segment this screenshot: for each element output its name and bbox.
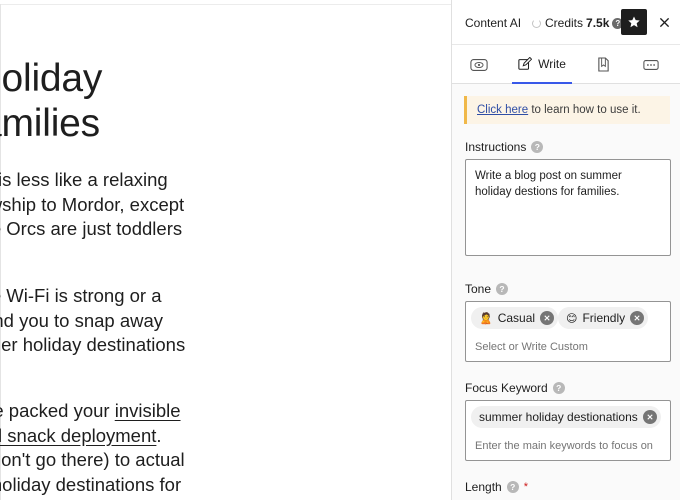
post-title-line: holiday [0, 57, 103, 100]
focus-keyword-input[interactable]: summer holiday destionations Enter the m… [465, 400, 671, 461]
help-link[interactable]: Click here [477, 104, 528, 116]
remove-chip-icon[interactable] [630, 311, 645, 325]
credits-display: Credits 7.5k ? [532, 16, 624, 30]
paragraph-line: kids is less like a relaxing [0, 169, 168, 190]
tone-input-placeholder[interactable]: Select or Write Custom [475, 341, 588, 353]
tab-write[interactable]: Write [512, 45, 572, 84]
paragraph-line: ou've packed your invisible [0, 399, 185, 424]
instructions-label: Instructions ? [465, 140, 544, 154]
tone-label-text: Tone [465, 282, 492, 296]
tab-document[interactable] [586, 45, 620, 84]
paragraph-line: n't find you to snap away [0, 309, 164, 331]
remove-chip-icon[interactable] [540, 311, 555, 325]
document-icon [597, 57, 609, 72]
help-notice-text: to learn how to use it. [528, 104, 641, 116]
paragraph-block[interactable]: kids is less like a relaxing ellowship t… [0, 168, 184, 242]
tone-chip-friendly: 😊 Friendly [558, 307, 649, 329]
close-sidebar-button[interactable] [655, 13, 673, 31]
paragraph-link[interactable]: invisible [115, 400, 181, 421]
paragraph-block[interactable]: ou've packed your invisible ctical snack… [0, 399, 185, 497]
favorite-button[interactable] [621, 9, 647, 35]
casual-emoji-icon: 🙎 [479, 311, 493, 325]
paragraph-line: d the Orcs are just toddlers [0, 218, 183, 240]
length-help-icon[interactable]: ? [506, 481, 519, 493]
paragraph-line: ng, don't go there) to actual [0, 449, 185, 471]
instructions-label-text: Instructions [465, 140, 527, 154]
focus-keyword-label: Focus Keyword ? [465, 381, 565, 395]
length-label-text: Length [465, 480, 502, 494]
credits-value: 7.5k [586, 16, 610, 30]
tab-preview[interactable] [462, 45, 496, 84]
content-ai-sidebar: Content AI Credits 7.5k ? Write Click he… [451, 0, 680, 500]
help-notice: Click here to learn how to use it. [464, 96, 670, 124]
paragraph-line: ctical snack deployment. [0, 424, 185, 449]
tone-chip-label: Friendly [582, 311, 626, 325]
sidebar-header: Content AI Credits 7.5k ? [452, 0, 680, 44]
paragraph-line: ummer holiday destinations [0, 334, 186, 356]
tone-chip-label: Casual [497, 311, 536, 325]
edit-icon [518, 56, 533, 70]
paragraph-text: . [156, 424, 162, 446]
tone-label: Tone ? [465, 282, 509, 296]
tone-help-icon[interactable]: ? [496, 283, 509, 295]
tone-chip-casual: 🙎 Casual [471, 307, 559, 329]
tone-selector[interactable]: 🙎 Casual 😊 Friendly Select or Write Cust… [465, 301, 671, 362]
paragraph-link[interactable]: ctical snack deployment [0, 425, 156, 446]
tab-write-label: Write [538, 56, 566, 71]
eye-icon [470, 58, 488, 71]
editor-canvas[interactable]: holiday amilies kids is less like a rela… [0, 0, 451, 500]
tab-chat[interactable] [634, 45, 668, 84]
loading-spinner-icon [532, 18, 541, 28]
post-title[interactable]: holiday amilies [0, 56, 102, 146]
paragraph-line: ner holiday destinations for [0, 473, 182, 495]
editor-top-border [0, 4, 451, 5]
chat-icon [643, 59, 659, 70]
focus-keyword-placeholder[interactable]: Enter the main keywords to focus on [475, 440, 653, 452]
paragraph-line: ellowship to Mordor, except [0, 193, 185, 215]
paragraph-text: ou've packed your [0, 400, 110, 421]
friendly-emoji-icon: 😊 [566, 311, 578, 325]
focus-keyword-help-icon[interactable]: ? [552, 382, 565, 394]
instructions-textarea[interactable]: Write a blog post on summer holiday dest… [465, 159, 671, 256]
sidebar-tabs: Write [452, 44, 680, 84]
keyword-chip-label: summer holiday destionations [479, 410, 638, 424]
credits-label: Credits [545, 16, 584, 30]
star-icon [628, 16, 640, 28]
instructions-help-icon[interactable]: ? [531, 141, 544, 153]
sidebar-title: Content AI [465, 16, 522, 30]
post-title-line: amilies [0, 102, 100, 145]
remove-chip-icon[interactable] [642, 410, 657, 424]
paragraph-line: e the Wi-Fi is strong or a [0, 285, 162, 306]
close-icon [659, 17, 669, 27]
required-marker: * [523, 481, 528, 493]
paragraph-block[interactable]: e the Wi-Fi is strong or a n't find you … [0, 284, 185, 358]
focus-keyword-label-text: Focus Keyword [465, 381, 548, 395]
length-label: Length ? * [465, 480, 528, 494]
keyword-chip: summer holiday destionations [471, 406, 661, 428]
